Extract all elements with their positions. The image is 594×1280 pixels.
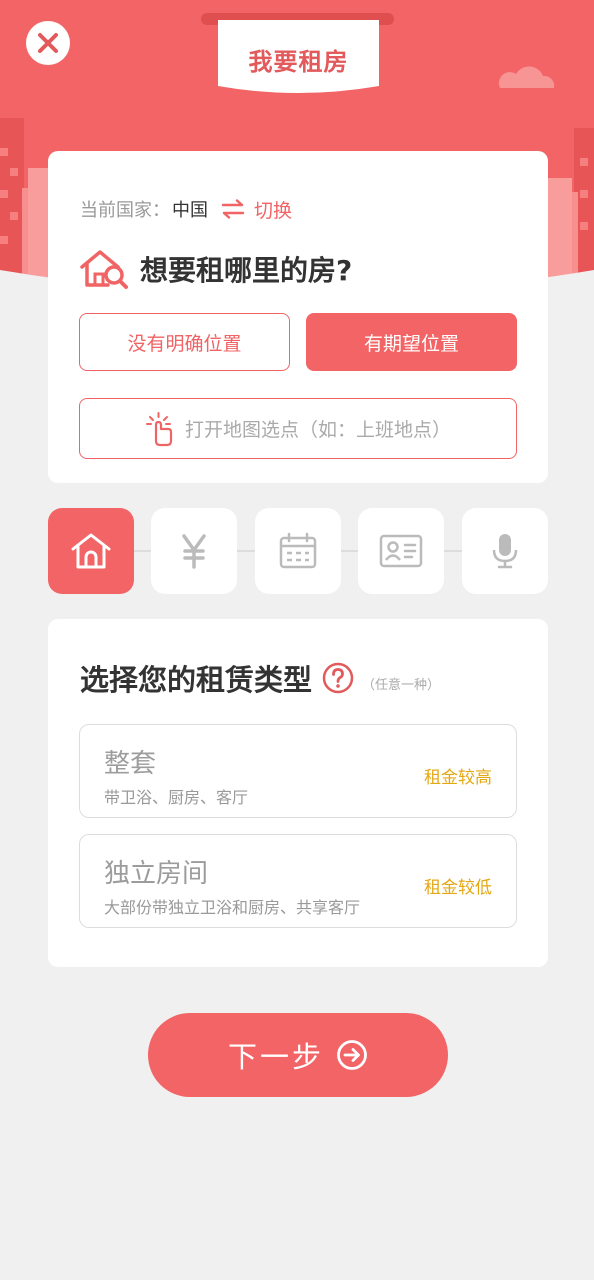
rental-type-card: 选择您的租赁类型 （任意一种） 整套 带卫浴、厨房、客厅 租金较高 独立房间 大… xyxy=(48,619,548,967)
option-name: 整套 xyxy=(104,749,157,779)
rental-type-title-row: 选择您的租赁类型 （任意一种） xyxy=(80,657,440,699)
house-icon xyxy=(71,533,111,569)
open-map-button[interactable]: 打开地图选点（如：上班地点） xyxy=(79,398,517,459)
tap-hand-icon xyxy=(145,411,173,446)
help-button[interactable] xyxy=(322,662,354,694)
step-date[interactable] xyxy=(255,508,341,594)
location-question-row: 想要租哪里的房? xyxy=(78,247,352,291)
rental-option-private-room[interactable]: 独立房间 大部份带独立卫浴和厨房、共享客厅 租金较低 xyxy=(79,834,517,928)
option-price-tag: 租金较低 xyxy=(424,878,492,898)
rental-type-title: 选择您的租赁类型 xyxy=(80,663,313,697)
switch-country-button[interactable]: 切换 xyxy=(220,196,292,223)
rental-type-hint: （任意一种） xyxy=(362,677,441,693)
arrow-right-circle-icon xyxy=(336,1039,368,1071)
country-label: 当前国家： xyxy=(80,200,170,221)
yen-icon xyxy=(182,534,206,569)
rental-option-entire[interactable]: 整套 带卫浴、厨房、客厅 租金较高 xyxy=(79,724,517,818)
option-description: 大部份带独立卫浴和厨房、共享客厅 xyxy=(104,898,361,917)
close-icon xyxy=(38,33,58,53)
close-button[interactable] xyxy=(26,21,70,65)
switch-label: 切换 xyxy=(254,199,293,222)
house-search-icon xyxy=(80,250,128,289)
calendar-icon xyxy=(279,532,317,569)
swap-arrows-icon xyxy=(221,199,245,219)
location-card: 当前国家： 中国 切换 想要租哪里的房? 没有明确位置 有期望位置 打开地图选点… xyxy=(48,151,548,483)
country-row: 当前国家： 中国 切换 xyxy=(80,195,292,223)
step-house[interactable] xyxy=(48,508,134,594)
microphone-icon xyxy=(492,534,518,569)
next-step-label: 下一步 xyxy=(227,1040,324,1074)
question-mark-icon xyxy=(322,662,354,694)
step-budget[interactable] xyxy=(151,508,237,594)
next-step-button[interactable]: 下一步 xyxy=(148,1013,448,1097)
step-indicator xyxy=(48,508,548,594)
country-value: 中国 xyxy=(172,200,208,221)
option-price-tag: 租金较高 xyxy=(424,768,492,788)
page-title: 我要租房 xyxy=(248,48,349,76)
expected-location-button[interactable]: 有期望位置 xyxy=(306,313,517,371)
step-identity[interactable] xyxy=(358,508,444,594)
step-voice[interactable] xyxy=(462,508,548,594)
option-name: 独立房间 xyxy=(104,859,209,889)
title-banner: 我要租房 xyxy=(218,20,379,94)
no-specific-location-button[interactable]: 没有明确位置 xyxy=(79,313,290,371)
map-placeholder: 打开地图选点（如：上班地点） xyxy=(184,419,451,441)
id-card-icon xyxy=(379,534,423,568)
option-description: 带卫浴、厨房、客厅 xyxy=(104,788,249,807)
location-question: 想要租哪里的房? xyxy=(140,254,353,287)
